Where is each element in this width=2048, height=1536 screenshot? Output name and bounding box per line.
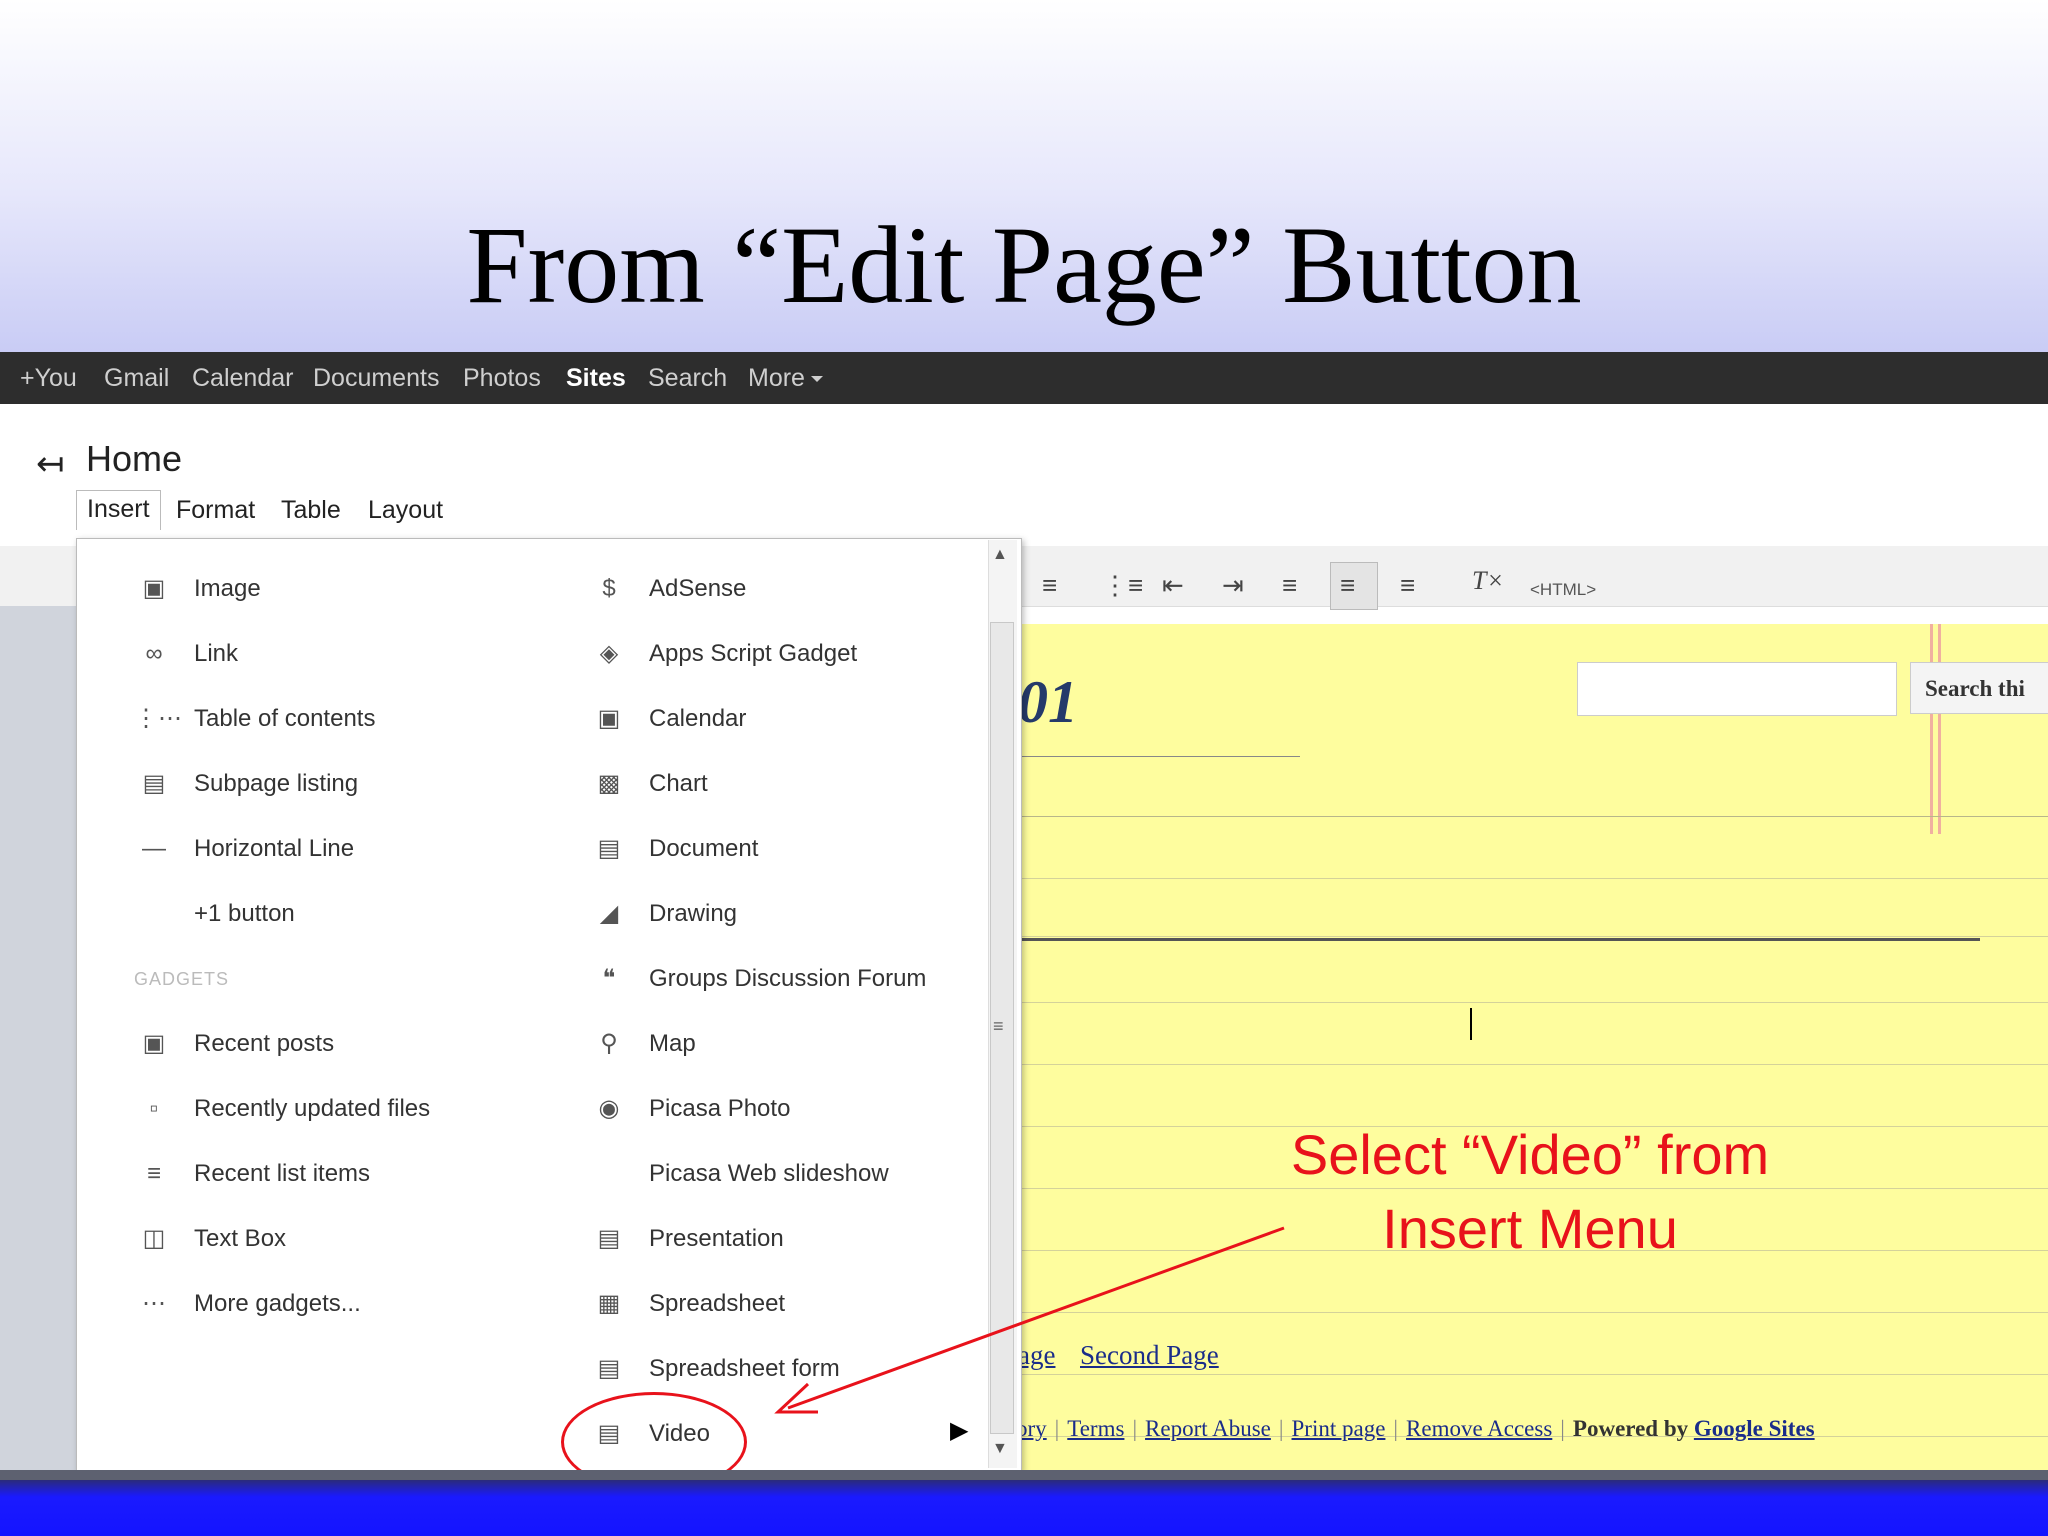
annotation-arrow-icon	[774, 1226, 1285, 1414]
annotation-line-2: Insert Menu	[1382, 1197, 1678, 1260]
annotation-line-1: Select “Video” from	[1290, 1123, 1770, 1186]
slide-bottom-band	[0, 1480, 2048, 1536]
annotation-text: Select “Video” from Insert Menu	[1230, 1118, 1830, 1266]
